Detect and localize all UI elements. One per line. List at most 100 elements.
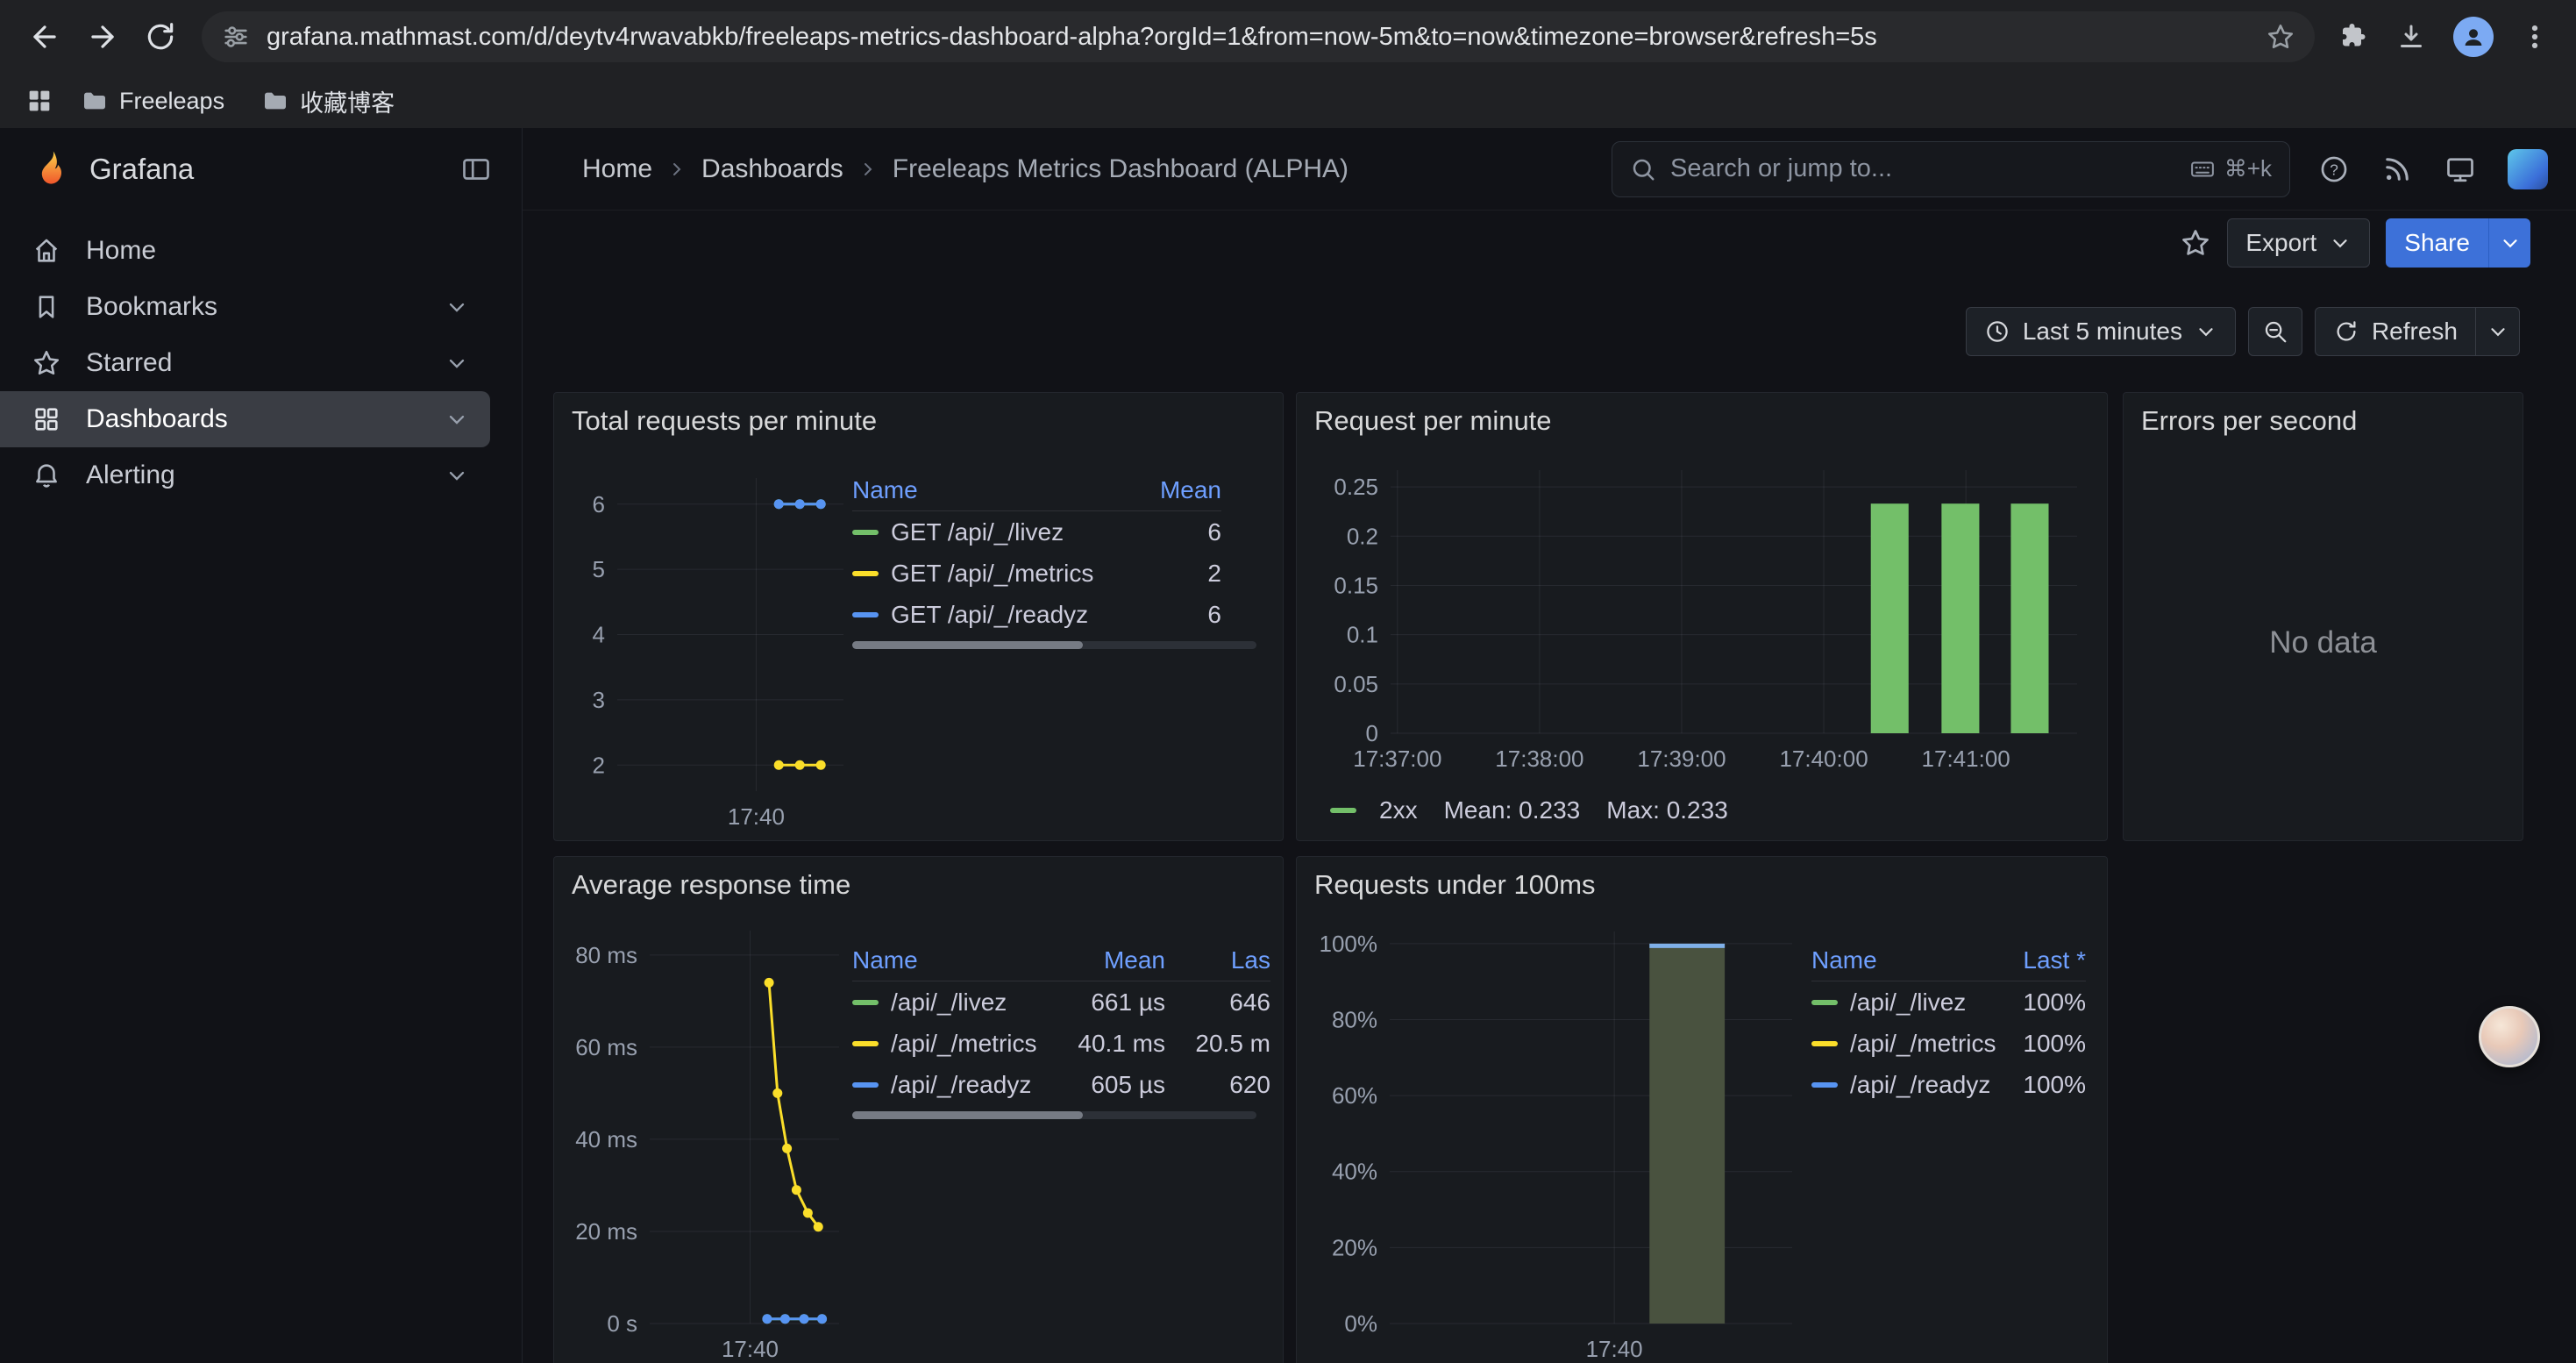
rss-news-icon[interactable] — [2381, 153, 2413, 185]
browser-forward-button[interactable] — [75, 10, 130, 64]
breadcrumb-dashboards[interactable]: Dashboards — [701, 154, 843, 184]
bookmark-folder-freeleaps[interactable]: Freeleaps — [70, 83, 235, 118]
share-label: Share — [2404, 229, 2470, 257]
panel-title[interactable]: Total requests per minute — [572, 405, 877, 437]
series-name[interactable]: /api/_/readyz — [891, 1071, 1031, 1099]
legend-col-mean[interactable]: Mean — [1047, 946, 1165, 974]
scrollbar-thumb[interactable] — [852, 1111, 1083, 1119]
share-button[interactable]: Share — [2386, 218, 2488, 268]
browser-reload-button[interactable] — [133, 10, 188, 64]
chevron-down-icon[interactable] — [445, 407, 469, 432]
chevron-down-icon[interactable] — [445, 351, 469, 375]
breadcrumb-separator-icon — [666, 159, 687, 180]
series-name[interactable]: GET /api/_/metrics — [891, 560, 1093, 588]
series-last-value: 100% — [1998, 988, 2086, 1017]
svg-text:80%: 80% — [1332, 1006, 1377, 1032]
legend-row[interactable]: /api/_/metrics 100% — [1811, 1023, 2086, 1064]
series-name[interactable]: /api/_/readyz — [1850, 1071, 1990, 1099]
legend-col-name[interactable]: Name — [852, 476, 1142, 504]
series-name[interactable]: GET /api/_/readyz — [891, 601, 1088, 629]
breadcrumb-home[interactable]: Home — [582, 154, 652, 184]
series-name[interactable]: /api/_/metrics — [891, 1030, 1037, 1058]
bookmark-icon — [32, 292, 61, 322]
share-dropdown-button[interactable] — [2488, 218, 2530, 268]
chevron-down-icon[interactable] — [445, 295, 469, 319]
back-arrow-icon — [28, 20, 61, 54]
series-name[interactable]: /api/_/metrics — [1850, 1030, 1996, 1058]
panel-title[interactable]: Errors per second — [2141, 405, 2357, 437]
zoom-out-button[interactable] — [2248, 307, 2302, 356]
browser-profile-avatar[interactable] — [2453, 17, 2494, 57]
refresh-interval-dropdown[interactable] — [2476, 307, 2520, 356]
grafana-logo-icon[interactable] — [30, 149, 70, 189]
url-text[interactable]: grafana.mathmast.com/d/deytv4rwavabkb/fr… — [267, 23, 2250, 52]
avg-response-chart[interactable]: 80 ms60 ms40 ms20 ms0 s17:40 — [650, 931, 839, 1324]
shortcut-text: ⌘+k — [2224, 155, 2272, 182]
legend-col-name[interactable]: Name — [852, 946, 1047, 974]
series-color-icon — [1811, 1041, 1838, 1046]
total-requests-chart[interactable]: 6543217:40 — [617, 478, 843, 791]
extensions-puzzle-icon[interactable] — [2338, 21, 2369, 53]
legend-row[interactable]: /api/_/livez 100% — [1811, 981, 2086, 1023]
legend-row[interactable]: /api/_/readyz 605 µs 620 — [852, 1064, 1270, 1105]
legend-col-mean[interactable]: Mean — [1142, 476, 1221, 504]
panel-title[interactable]: Request per minute — [1314, 405, 1552, 437]
legend-scrollbar[interactable] — [852, 641, 1256, 649]
request-per-minute-chart[interactable]: 0.250.20.150.10.05017:37:0017:38:0017:39… — [1391, 470, 2077, 733]
floating-avatar-button[interactable] — [2479, 1006, 2540, 1067]
sidebar-item-alerting[interactable]: Alerting — [0, 447, 490, 503]
refresh-button[interactable]: Refresh — [2315, 307, 2476, 356]
user-avatar[interactable] — [2508, 149, 2548, 189]
sidebar-item-home[interactable]: Home — [0, 223, 490, 279]
legend-row[interactable]: /api/_/readyz 100% — [1811, 1064, 2086, 1105]
export-button[interactable]: Export — [2227, 218, 2370, 268]
bookmark-star-icon[interactable] — [2266, 22, 2295, 52]
browser-back-button[interactable] — [18, 10, 72, 64]
apps-grid-icon[interactable] — [25, 86, 54, 116]
sidebar-collapse-icon[interactable] — [460, 153, 492, 185]
series-last-value: 620 — [1165, 1071, 1270, 1099]
chevron-down-icon — [2329, 232, 2352, 254]
sidebar-nav: Home Bookmarks Starred — [0, 211, 522, 503]
legend-col-last[interactable]: Last * — [1998, 946, 2086, 974]
bookmark-label: 收藏博客 — [300, 84, 395, 118]
legend-col-last[interactable]: Las — [1165, 946, 1270, 974]
legend-series-2xx[interactable]: 2xx — [1330, 796, 1418, 824]
time-range-picker[interactable]: Last 5 minutes — [1966, 307, 2236, 356]
legend-row[interactable]: /api/_/metrics 40.1 ms 20.5 m — [852, 1023, 1270, 1064]
sidebar-item-bookmarks[interactable]: Bookmarks — [0, 279, 490, 335]
downloads-icon[interactable] — [2395, 21, 2427, 53]
legend-col-name[interactable]: Name — [1811, 946, 1998, 974]
legend-scrollbar[interactable] — [852, 1111, 1256, 1119]
legend-row[interactable]: /api/_/livez 661 µs 646 — [852, 981, 1270, 1023]
bookmark-folder-blog[interactable]: 收藏博客 — [251, 81, 405, 122]
series-mean-value: 661 µs — [1047, 988, 1165, 1017]
legend-row[interactable]: GET /api/_/readyz 6 — [852, 594, 1221, 635]
panel-title[interactable]: Average response time — [572, 869, 850, 901]
series-name[interactable]: /api/_/livez — [891, 988, 1007, 1017]
series-name[interactable]: GET /api/_/livez — [891, 518, 1064, 546]
address-bar[interactable]: grafana.mathmast.com/d/deytv4rwavabkb/fr… — [202, 11, 2315, 62]
sidebar-item-label: Dashboards — [86, 404, 228, 434]
search-shortcut-hint: ⌘+k — [2189, 155, 2272, 182]
legend-row[interactable]: GET /api/_/livez 6 — [852, 511, 1221, 553]
under-100ms-chart[interactable]: 100%80%60%40%20%0%17:40 — [1390, 931, 1792, 1324]
svg-text:0%: 0% — [1344, 1310, 1377, 1337]
sidebar-item-dashboards[interactable]: Dashboards — [0, 391, 490, 447]
browser-menu-kebab-icon[interactable] — [2520, 22, 2550, 52]
help-icon[interactable]: ? — [2318, 153, 2350, 185]
series-name[interactable]: /api/_/livez — [1850, 988, 1966, 1017]
scrollbar-thumb[interactable] — [852, 641, 1083, 649]
svg-text:0.2: 0.2 — [1347, 523, 1378, 549]
site-settings-tune-icon[interactable] — [221, 22, 251, 52]
chevron-down-icon[interactable] — [445, 463, 469, 488]
home-icon — [32, 236, 61, 266]
legend-mean-stat: Mean: 0.233 — [1444, 796, 1581, 824]
series-mean-value: 2 — [1142, 560, 1221, 588]
favorite-star-icon[interactable] — [2180, 227, 2211, 259]
panel-title[interactable]: Requests under 100ms — [1314, 869, 1596, 901]
monitor-icon[interactable] — [2444, 153, 2476, 185]
legend-row[interactable]: GET /api/_/metrics 2 — [852, 553, 1221, 594]
sidebar-item-starred[interactable]: Starred — [0, 335, 490, 391]
search-input[interactable]: Search or jump to... ⌘+k — [1612, 141, 2290, 197]
